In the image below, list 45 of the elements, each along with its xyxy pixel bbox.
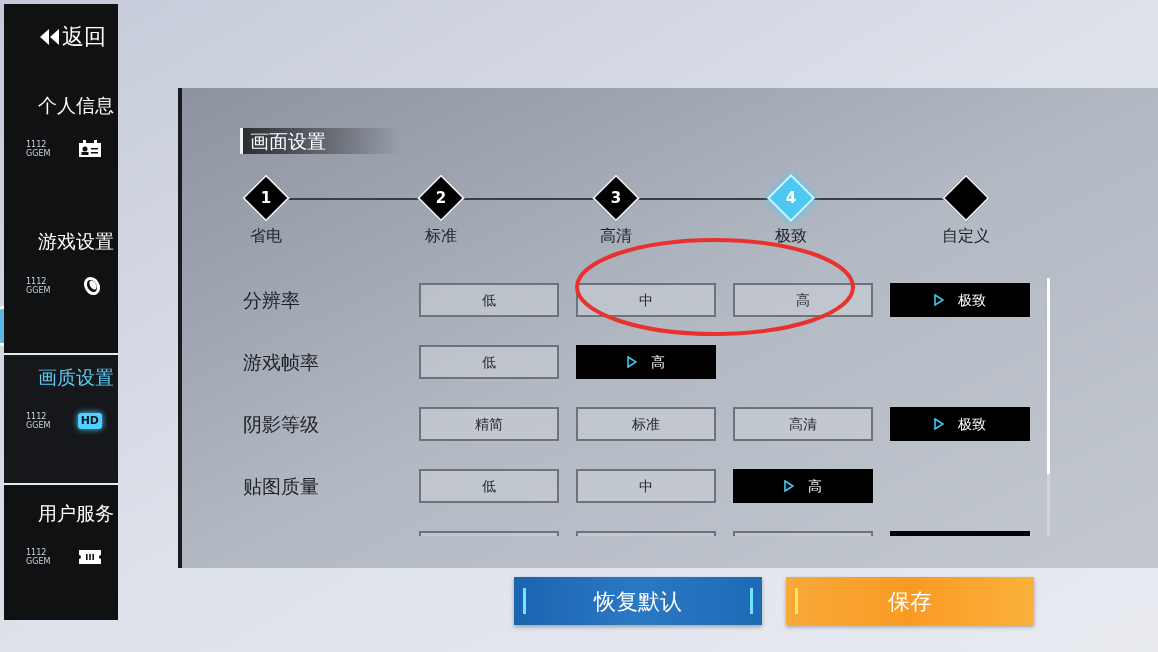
sidebar-label: 个人信息 (38, 93, 115, 118)
sidebar-item[interactable]: 画质设置 1112 GGEM HD (4, 353, 118, 485)
item-code: 1112 (26, 411, 48, 421)
coin-icon (82, 275, 102, 296)
sidebar-label: 画质设置 (38, 365, 115, 390)
option-button[interactable]: 低 (419, 469, 559, 503)
item-code: GGEM (26, 556, 51, 566)
back-button[interactable]: 返回 (38, 20, 118, 53)
setting-label: 贴图质量 (242, 473, 320, 499)
item-code: GGEM (26, 420, 51, 430)
play-icon (784, 480, 794, 492)
option-button[interactable]: 极致 (890, 283, 1030, 317)
ticket-icon (78, 548, 102, 565)
item-code: 1112 (26, 547, 48, 557)
play-icon (934, 418, 944, 430)
hd-icon: HD (77, 412, 102, 429)
option-button[interactable]: 极致 (890, 407, 1030, 441)
option-button[interactable]: 中 (576, 283, 716, 317)
id-card-icon (78, 139, 102, 158)
item-code: 1112 (26, 276, 48, 286)
play-icon (627, 356, 637, 368)
option-button[interactable]: 精简 (419, 407, 559, 441)
section-title: 画面设置 (250, 128, 326, 154)
setting-label: 分辨率 (242, 287, 301, 313)
option-button[interactable]: 标准 (576, 407, 716, 441)
option-button[interactable]: 高 (733, 283, 873, 317)
reset-button[interactable]: 恢复默认 (514, 577, 762, 625)
sidebar-label: 游戏设置 (38, 229, 115, 254)
setting-label: 阴影等级 (242, 411, 320, 437)
option-button[interactable]: 高 (576, 345, 716, 379)
option-button[interactable]: 高清 (733, 407, 873, 441)
item-code: 1112 (26, 139, 48, 149)
setting-label: 游戏帧率 (242, 349, 320, 375)
play-icon (934, 294, 944, 306)
sidebar-label: 用户服务 (38, 501, 115, 526)
sidebar-item[interactable]: 个人信息 1112 GGEM (4, 81, 118, 213)
option-button[interactable]: 低 (419, 283, 559, 317)
item-code: GGEM (26, 148, 51, 158)
option-button[interactable]: 中 (576, 469, 716, 503)
sidebar-item[interactable]: 游戏设置 1112 GGEM (4, 217, 118, 349)
option-button[interactable]: 低 (419, 345, 559, 379)
option-button[interactable]: 高 (733, 469, 873, 503)
double-chevron-icon (38, 26, 60, 47)
item-code: GGEM (26, 285, 51, 295)
sidebar-item[interactable]: 用户服务 1112 GGEM (4, 489, 118, 621)
